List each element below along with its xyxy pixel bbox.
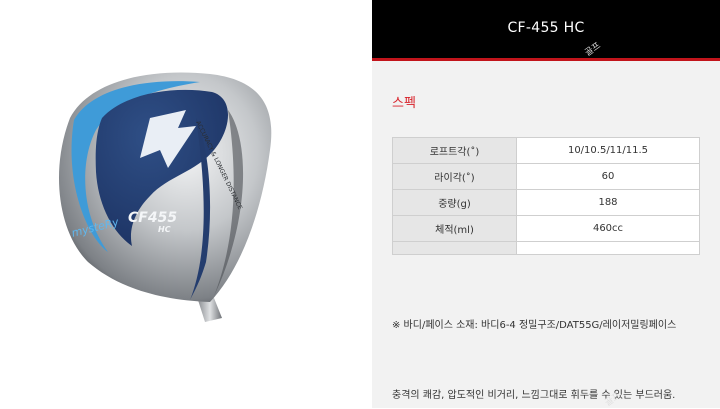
spec-value-empty — [516, 241, 700, 255]
driver-head-image: CF455 HC mysteRy ACCURACY & LONGER DISTA… — [58, 72, 272, 322]
spec-row-empty — [392, 241, 700, 255]
spec-value: 188 — [516, 189, 700, 216]
spec-row: 중량(g) 188 — [392, 189, 700, 216]
club-model-text: CF455 — [128, 210, 177, 226]
product-info-panel: CF-455 HC 스펙 로프트각(˚) 10/10.5/11/11.5 라이각… — [372, 0, 720, 409]
club-model-sub-text: HC — [158, 225, 171, 234]
spec-value: 460cc — [516, 215, 700, 242]
material-note: ※ 바디/페이스 소재: 바디6-4 정밀구조/DAT55G/레이저밀링페이스 — [392, 320, 677, 331]
spec-label: 라이각(˚) — [392, 163, 517, 190]
spec-row: 라이각(˚) 60 — [392, 163, 700, 190]
spec-label: 중량(g) — [392, 189, 517, 216]
product-title: CF-455 HC — [507, 20, 585, 36]
spec-row: 체적(ml) 460cc — [392, 215, 700, 242]
product-description: 충격의 쾌감, 압도적인 비거리, 느낌그대로 휘두를 수 있는 부드러움. — [392, 390, 676, 401]
spec-row: 로프트각(˚) 10/10.5/11/11.5 — [392, 137, 700, 164]
header-divider — [372, 58, 720, 61]
product-header-bar: CF-455 HC — [372, 0, 720, 58]
spec-heading: 스펙 — [392, 96, 416, 111]
spec-label-empty — [392, 241, 517, 255]
spec-value: 60 — [516, 163, 700, 190]
spec-label: 로프트각(˚) — [392, 137, 517, 164]
spec-label: 체적(ml) — [392, 215, 517, 242]
spec-table: 로프트각(˚) 10/10.5/11/11.5 라이각(˚) 60 중량(g) … — [392, 137, 700, 255]
product-image-panel: CF455 HC mysteRy ACCURACY & LONGER DISTA… — [0, 0, 372, 408]
spec-value: 10/10.5/11/11.5 — [516, 137, 700, 164]
